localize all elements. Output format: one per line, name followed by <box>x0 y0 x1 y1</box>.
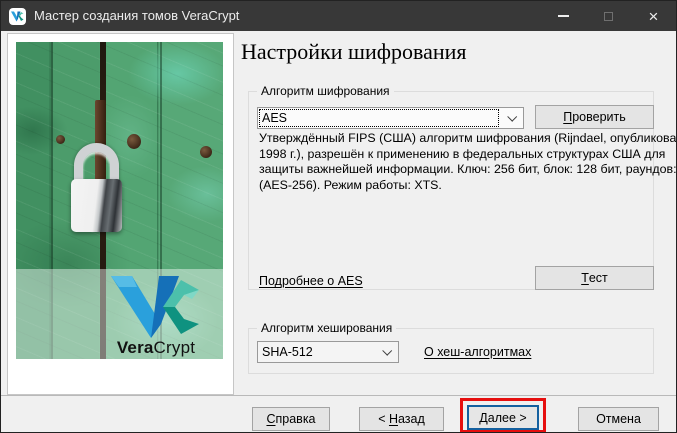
description-line: (AES-256). Режим работы: XTS. <box>259 178 677 194</box>
close-icon: × <box>649 8 659 25</box>
footer-separator <box>1 395 676 396</box>
bolt-icon <box>56 135 65 144</box>
window-title: Мастер создания томов VeraCrypt <box>34 1 239 31</box>
hash-algorithm-group: Алгоритм хеширования SHA-512 О хеш-алгор… <box>248 328 654 374</box>
padlock-body-icon <box>71 179 122 232</box>
encryption-group-label: Алгоритм шифрования <box>257 84 394 98</box>
close-button[interactable]: × <box>631 1 676 31</box>
algorithm-description: Утверждённый FIPS (США) алгоритм шифрова… <box>259 131 677 193</box>
hash-group-label: Алгоритм хеширования <box>257 321 396 335</box>
description-line: Утверждённый FIPS (США) алгоритм шифрова… <box>259 131 677 147</box>
focus-rectangle <box>259 109 499 127</box>
logo-overlay: VeraCrypt <box>16 269 223 359</box>
veracrypt-logo-icon <box>11 11 24 22</box>
veracrypt-app-icon <box>9 8 26 25</box>
next-button[interactable]: Далее > <box>467 405 539 430</box>
veracrypt-wizard-window: Мастер создания томов VeraCrypt × <box>0 0 677 433</box>
description-line: 1998 г.), разрешён к применению в федера… <box>259 147 677 163</box>
wizard-banner-panel: VeraCrypt <box>7 33 234 395</box>
veracrypt-logo <box>111 274 203 338</box>
bolt-icon <box>200 146 212 158</box>
titlebar: Мастер создания томов VeraCrypt × <box>1 1 676 31</box>
veracrypt-wordmark: VeraCrypt <box>106 338 206 358</box>
minimize-button[interactable] <box>541 1 586 31</box>
hash-info-link[interactable]: О хеш-алгоритмах <box>424 345 531 359</box>
minimize-icon <box>558 15 569 17</box>
hash-algorithm-select[interactable]: SHA-512 <box>257 341 399 363</box>
bolt-icon <box>127 134 141 149</box>
encryption-algorithm-group: Алгоритм шифрования AES Проверить Утверж… <box>248 91 654 290</box>
cancel-button[interactable]: Отмена <box>578 407 659 431</box>
more-about-aes-link[interactable]: Подробнее о AES <box>259 274 363 288</box>
hash-algorithm-value: SHA-512 <box>258 345 398 359</box>
green-door-image: VeraCrypt <box>16 42 223 359</box>
encryption-algorithm-select[interactable]: AES <box>257 107 524 129</box>
verify-button[interactable]: Проверить <box>535 105 654 129</box>
description-line: защиты важнейшей информации. Ключ: 256 б… <box>259 162 677 178</box>
help-button[interactable]: Справка <box>252 407 330 431</box>
test-button[interactable]: Тест <box>535 266 654 290</box>
page-title: Настройки шифрования <box>241 39 467 65</box>
maximize-icon <box>604 12 613 21</box>
back-button[interactable]: < Назад <box>359 407 444 431</box>
maximize-button <box>586 1 631 31</box>
